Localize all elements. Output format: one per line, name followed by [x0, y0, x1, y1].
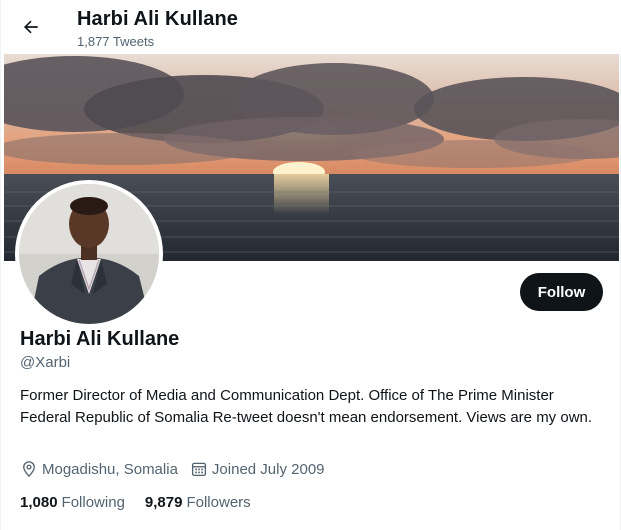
profile-page: Harbi Ali Kullane 1,877 Tweets Follow Ha… [0, 0, 621, 530]
user-handle: @Xarbi [20, 354, 71, 371]
profile-avatar[interactable] [15, 180, 163, 328]
following-count: 1,080 [20, 493, 58, 511]
location-item: Mogadishu, Somalia [20, 460, 178, 478]
joined-text: Joined July 2009 [211, 460, 325, 478]
arrow-left-icon [24, 20, 38, 34]
followers-link[interactable]: 9,879 Followers [145, 494, 251, 511]
top-bar: Harbi Ali Kullane 1,877 Tweets [1, 0, 621, 54]
calendar-icon [191, 462, 206, 477]
location-text: Mogadishu, Somalia [42, 460, 178, 478]
profile-meta: Mogadishu, Somalia Joined July 2009 [20, 459, 337, 479]
page-title: Harbi Ali Kullane [77, 8, 238, 30]
following-link[interactable]: 1,080 Following [20, 494, 125, 511]
location-pin-icon [23, 461, 35, 478]
display-name: Harbi Ali Kullane [20, 328, 180, 350]
followers-count: 9,879 [144, 493, 183, 511]
profile-bio: Former Director of Media and Communicati… [20, 387, 593, 426]
followers-label: Followers [186, 493, 251, 511]
joined-item: Joined July 2009 [190, 460, 325, 478]
follow-stats: 1,080 Following 9,879 Followers [20, 492, 271, 512]
following-label: Following [61, 493, 125, 511]
follow-button[interactable]: Follow [520, 273, 603, 311]
back-button[interactable] [15, 11, 47, 43]
tweet-count: 1,877 Tweets [77, 34, 155, 49]
